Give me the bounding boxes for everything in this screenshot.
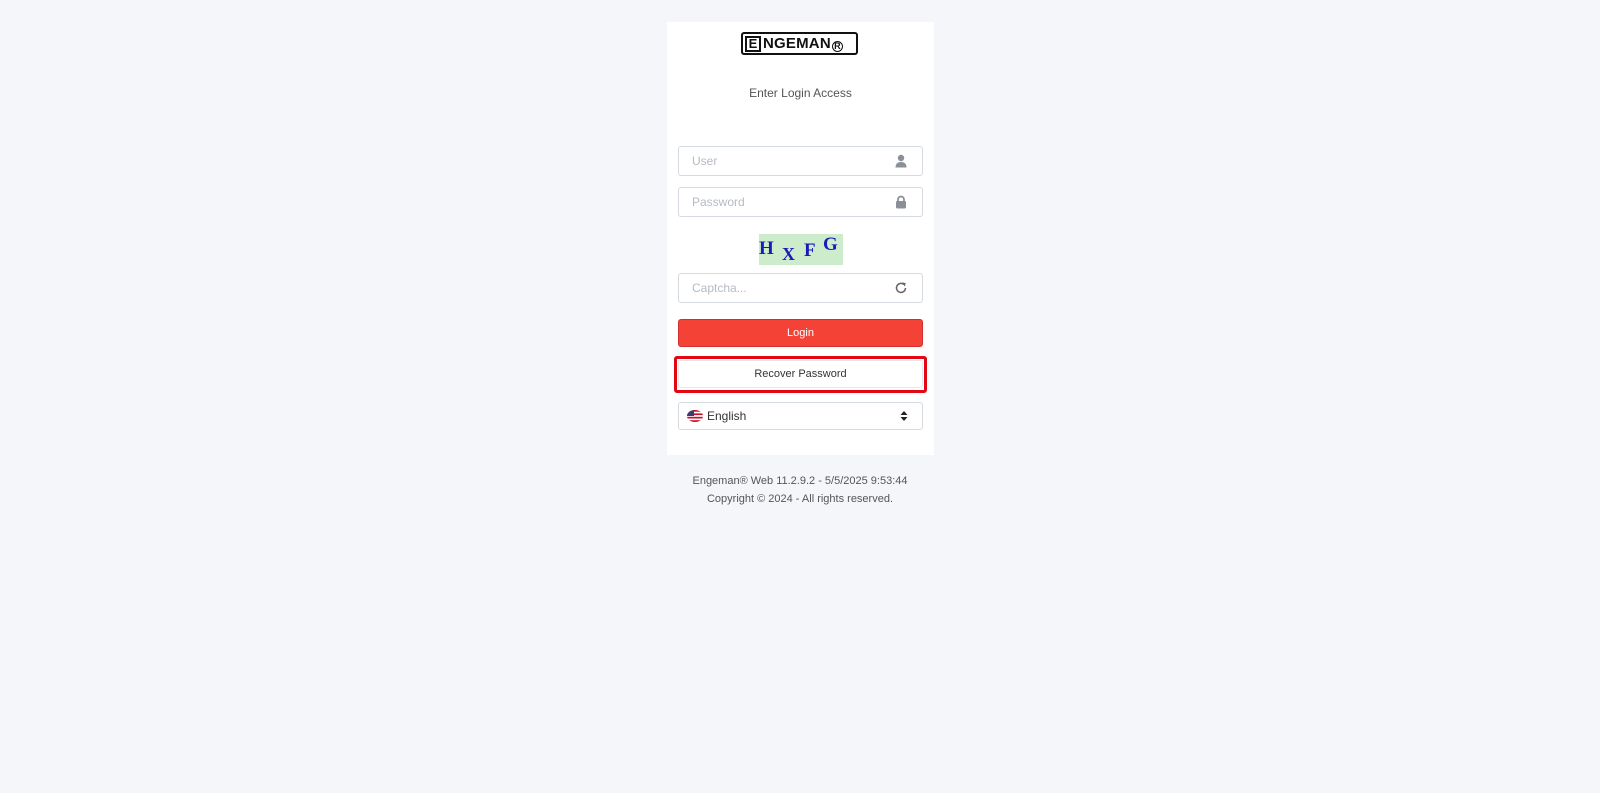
logo-text: NGEMAN xyxy=(763,35,831,52)
captcha-char: X xyxy=(782,244,795,264)
language-select[interactable]: English xyxy=(678,402,923,430)
user-input[interactable] xyxy=(679,147,902,175)
captcha-input[interactable] xyxy=(679,274,902,302)
login-subtitle: Enter Login Access xyxy=(749,86,852,100)
logo-mark: E xyxy=(745,35,761,52)
password-input[interactable] xyxy=(679,188,902,216)
captcha-image: H X F G xyxy=(759,234,843,265)
refresh-icon[interactable] xyxy=(894,281,908,295)
login-button[interactable]: Login xyxy=(678,319,923,347)
us-flag-icon xyxy=(687,410,703,422)
sort-caret-icon xyxy=(900,411,908,421)
footer-version: Engeman® Web 11.2.9.2 - 5/5/2025 9:53:44 xyxy=(692,475,908,487)
captcha-field[interactable] xyxy=(678,273,923,303)
captcha-char: H xyxy=(759,238,774,259)
captcha-char: F xyxy=(804,240,816,261)
engeman-logo: E NGEMAN R xyxy=(741,32,858,55)
password-field[interactable] xyxy=(678,187,923,217)
captcha-char: G xyxy=(823,234,838,255)
registered-mark: R xyxy=(831,41,843,52)
user-field[interactable] xyxy=(678,146,923,176)
footer-copyright: Copyright © 2024 - All rights reserved. xyxy=(706,493,894,505)
user-icon xyxy=(895,154,907,168)
language-label: English xyxy=(707,409,747,423)
lock-icon xyxy=(896,195,906,209)
login-card: E NGEMAN R Enter Login Access H X F G Lo… xyxy=(667,22,934,455)
recover-password-button[interactable]: Recover Password xyxy=(678,360,923,388)
